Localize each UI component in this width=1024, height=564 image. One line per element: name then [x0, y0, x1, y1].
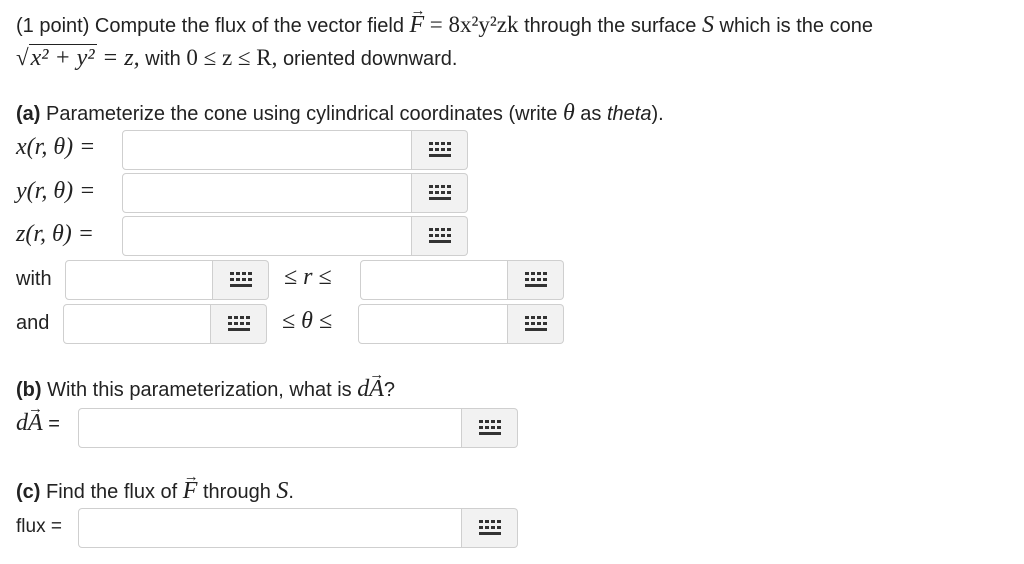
- flux-input[interactable]: [78, 508, 462, 548]
- keypad-icon[interactable]: [412, 173, 468, 213]
- z-input[interactable]: [122, 216, 412, 256]
- keypad-icon[interactable]: [462, 408, 518, 448]
- z-label: z(r, θ) =: [16, 221, 94, 247]
- and-label: and: [16, 312, 50, 334]
- keypad-icon[interactable]: [213, 260, 269, 300]
- keypad-icon[interactable]: [508, 304, 564, 344]
- keypad-icon[interactable]: [412, 130, 468, 170]
- part-c-heading: (c) Find the flux of → F through S.: [16, 469, 294, 504]
- keypad-icon[interactable]: [508, 260, 564, 300]
- dA-label: → dA =: [16, 401, 60, 436]
- r-inequality: ≤ r ≤: [284, 264, 332, 290]
- sqrt-symbol: √: [16, 45, 29, 70]
- r-min-input[interactable]: [65, 260, 213, 300]
- y-input[interactable]: [122, 173, 412, 213]
- x-label: x(r, θ) =: [16, 134, 96, 160]
- keypad-icon[interactable]: [211, 304, 267, 344]
- problem-line-1: (1 point) Compute the flux of the vector…: [16, 3, 873, 38]
- with-label: with: [16, 268, 52, 290]
- dA-input[interactable]: [78, 408, 462, 448]
- flux-label: flux =: [16, 516, 62, 537]
- part-a-heading: (a) Parameterize the cone using cylindri…: [16, 100, 664, 126]
- part-b-heading: (b) With this parameterization, what is …: [16, 367, 396, 402]
- x-input[interactable]: [122, 130, 412, 170]
- cone-radicand: x² + y²: [28, 44, 97, 71]
- r-max-input[interactable]: [360, 260, 508, 300]
- y-label: y(r, θ) =: [16, 178, 96, 204]
- keypad-icon[interactable]: [462, 508, 518, 548]
- theta-max-input[interactable]: [358, 304, 508, 344]
- keypad-icon[interactable]: [412, 216, 468, 256]
- field-expression: = 8x²y²zk: [429, 12, 519, 37]
- problem-line-2: √x² + y² = z, with 0 ≤ z ≤ R, oriented d…: [16, 44, 458, 71]
- vector-F: → F: [409, 3, 426, 38]
- theta-min-input[interactable]: [63, 304, 211, 344]
- theta-inequality: ≤ θ ≤: [282, 308, 333, 334]
